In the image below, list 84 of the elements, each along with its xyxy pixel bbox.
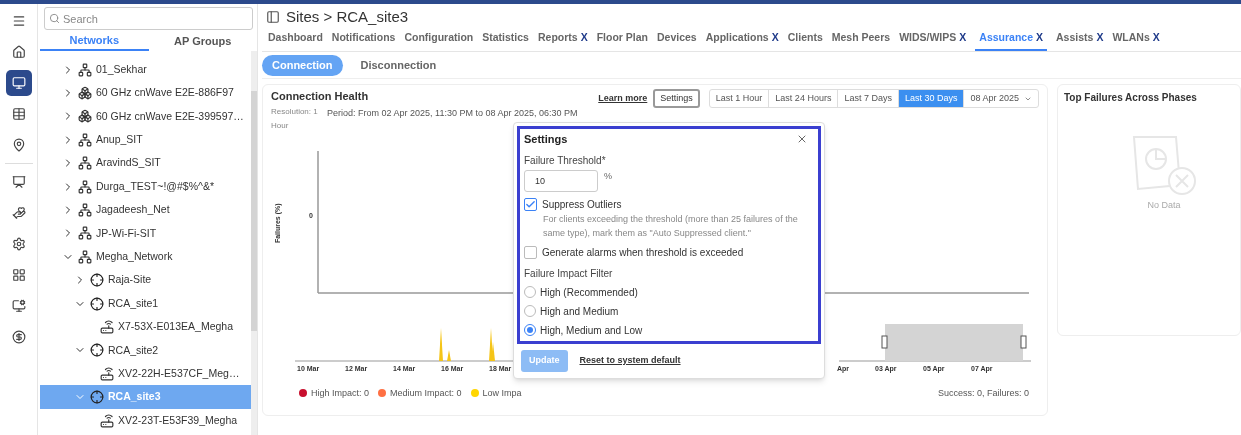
network-icon	[78, 156, 92, 171]
summary-text: Success: 0, Failures: 0	[937, 386, 1030, 400]
checkbox[interactable]	[524, 245, 537, 259]
crosshair-icon	[90, 296, 104, 311]
tree-item[interactable]: 01_Sekhar	[40, 58, 251, 82]
tree-item[interactable]: AravindS_SIT	[40, 151, 251, 175]
radio-label: High (Recommended)	[540, 285, 638, 300]
network-icon	[78, 62, 92, 77]
field-label: Failure Threshold*	[524, 153, 607, 168]
tab[interactable]: Clients	[787, 30, 823, 51]
crosshair-icon	[90, 343, 104, 358]
range-button[interactable]: Last 7 Days	[838, 90, 899, 107]
network-icon	[78, 226, 92, 241]
range-button[interactable]: Last 1 Hour	[709, 90, 770, 107]
tree-item[interactable]: 60 GHz cnWave E2E-886F97	[40, 81, 251, 105]
tree-item[interactable]: 60 GHz cnWave E2E-399597…	[40, 104, 251, 129]
field-label: Failure Impact Filter	[524, 266, 614, 281]
network-icon	[78, 179, 92, 194]
radio-label: High and Medium	[540, 304, 619, 319]
tab[interactable]: Floor Plan	[596, 30, 648, 51]
tree-item[interactable]: JP-Wi-Fi-SIT	[40, 221, 251, 246]
tab[interactable]: Notifications	[331, 30, 396, 51]
crosshair-icon	[90, 273, 104, 288]
tree-item[interactable]: XV2-22H-E537CF_Meg…	[40, 362, 251, 386]
checkbox-label: Generate alarms when threshold is exceeded	[542, 245, 744, 260]
sidebar-tab[interactable]: AP Groups	[148, 31, 257, 51]
checkbox-label: Suppress Outliers	[542, 197, 622, 212]
tree-item[interactable]: RCA_site1	[40, 291, 251, 316]
search-icon	[49, 13, 60, 24]
monitor-icon[interactable]	[5, 70, 32, 96]
tab[interactable]: Statistics	[482, 30, 529, 51]
tab[interactable]: Reports X	[537, 30, 588, 51]
checkbox[interactable]	[524, 197, 537, 211]
network-icon	[78, 132, 92, 147]
tree-item[interactable]: X7-53X-E013EA_Megha	[40, 315, 251, 339]
no-data-icon	[1130, 133, 1198, 197]
resolution-text: Resolution: 1 Hour	[271, 106, 319, 132]
tree-item[interactable]: XV2-23T-E53F39_Megha	[40, 408, 251, 433]
tree-item[interactable]: Jagadeesh_Net	[40, 198, 251, 222]
tab[interactable]: WIDS/WIPS X	[899, 30, 967, 51]
date-dropdown[interactable]: 08 Apr 2025	[964, 90, 1038, 107]
tab[interactable]: Devices	[657, 30, 697, 51]
router-icon	[100, 320, 114, 334]
period-text: Period: From 02 Apr 2025, 11:30 PM to 08 Apr 2025, 06:30 PM	[327, 107, 578, 120]
legend-label: High Impact: 0	[311, 386, 370, 400]
router-icon	[100, 413, 114, 428]
network-icon	[78, 249, 92, 264]
settings-button[interactable]: Settings	[653, 89, 700, 108]
tab[interactable]: Assists X	[1056, 30, 1104, 51]
tab[interactable]: Assurance X	[975, 30, 1048, 51]
cube-icon	[78, 86, 92, 101]
range-button[interactable]: Last 24 Hours	[769, 90, 839, 107]
subtab[interactable]: Disconnection	[350, 54, 447, 76]
tab[interactable]: WLANs X	[1112, 30, 1160, 51]
tree-item[interactable]: Megha_Network	[40, 245, 251, 269]
no-data-text: No Data	[1147, 199, 1181, 212]
search-field[interactable]: Search	[44, 7, 253, 30]
tree-item[interactable]: RCA_site2	[40, 338, 251, 363]
reset-link[interactable]: Reset to system default	[579, 353, 681, 368]
crosshair-icon	[90, 390, 104, 405]
network-icon	[78, 203, 92, 218]
cube-icon	[78, 109, 92, 124]
tree-item[interactable]: Anup_SIT	[40, 128, 251, 152]
tree-item[interactable]: Durga_TEST~!@#$%^&*	[40, 174, 251, 199]
panel-toggle-icon[interactable]	[266, 10, 280, 24]
option-description: For clients exceeding the threshold (more than 25 failures of the same type), mark them as "Auto Suppressed client."	[542, 212, 799, 240]
popover-title: Settings	[524, 132, 568, 147]
scrollbar[interactable]	[251, 51, 257, 435]
sidebar-tab[interactable]: Networks	[40, 31, 149, 51]
radio-label: High, Medium and Low	[540, 323, 643, 338]
legend-label: Medium Impact: 0	[390, 386, 462, 400]
tree-item[interactable]: Raja-Site	[40, 268, 251, 292]
card-title: Connection Health	[271, 89, 369, 104]
learn-more-link[interactable]: Learn more	[598, 91, 648, 106]
threshold-input[interactable]: 10	[524, 169, 598, 192]
card-title: Top Failures Across Phases	[1064, 91, 1198, 105]
tab[interactable]: Dashboard	[268, 30, 323, 51]
legend-label: Low Impa	[482, 386, 522, 400]
tab[interactable]: Configuration	[404, 30, 474, 51]
breadcrumb: Sites > RCA_site3	[286, 6, 409, 27]
router-icon	[100, 366, 114, 381]
tab[interactable]: Applications X	[705, 30, 779, 51]
tab[interactable]: Mesh Peers	[831, 30, 891, 51]
unit-label: %	[604, 169, 612, 183]
